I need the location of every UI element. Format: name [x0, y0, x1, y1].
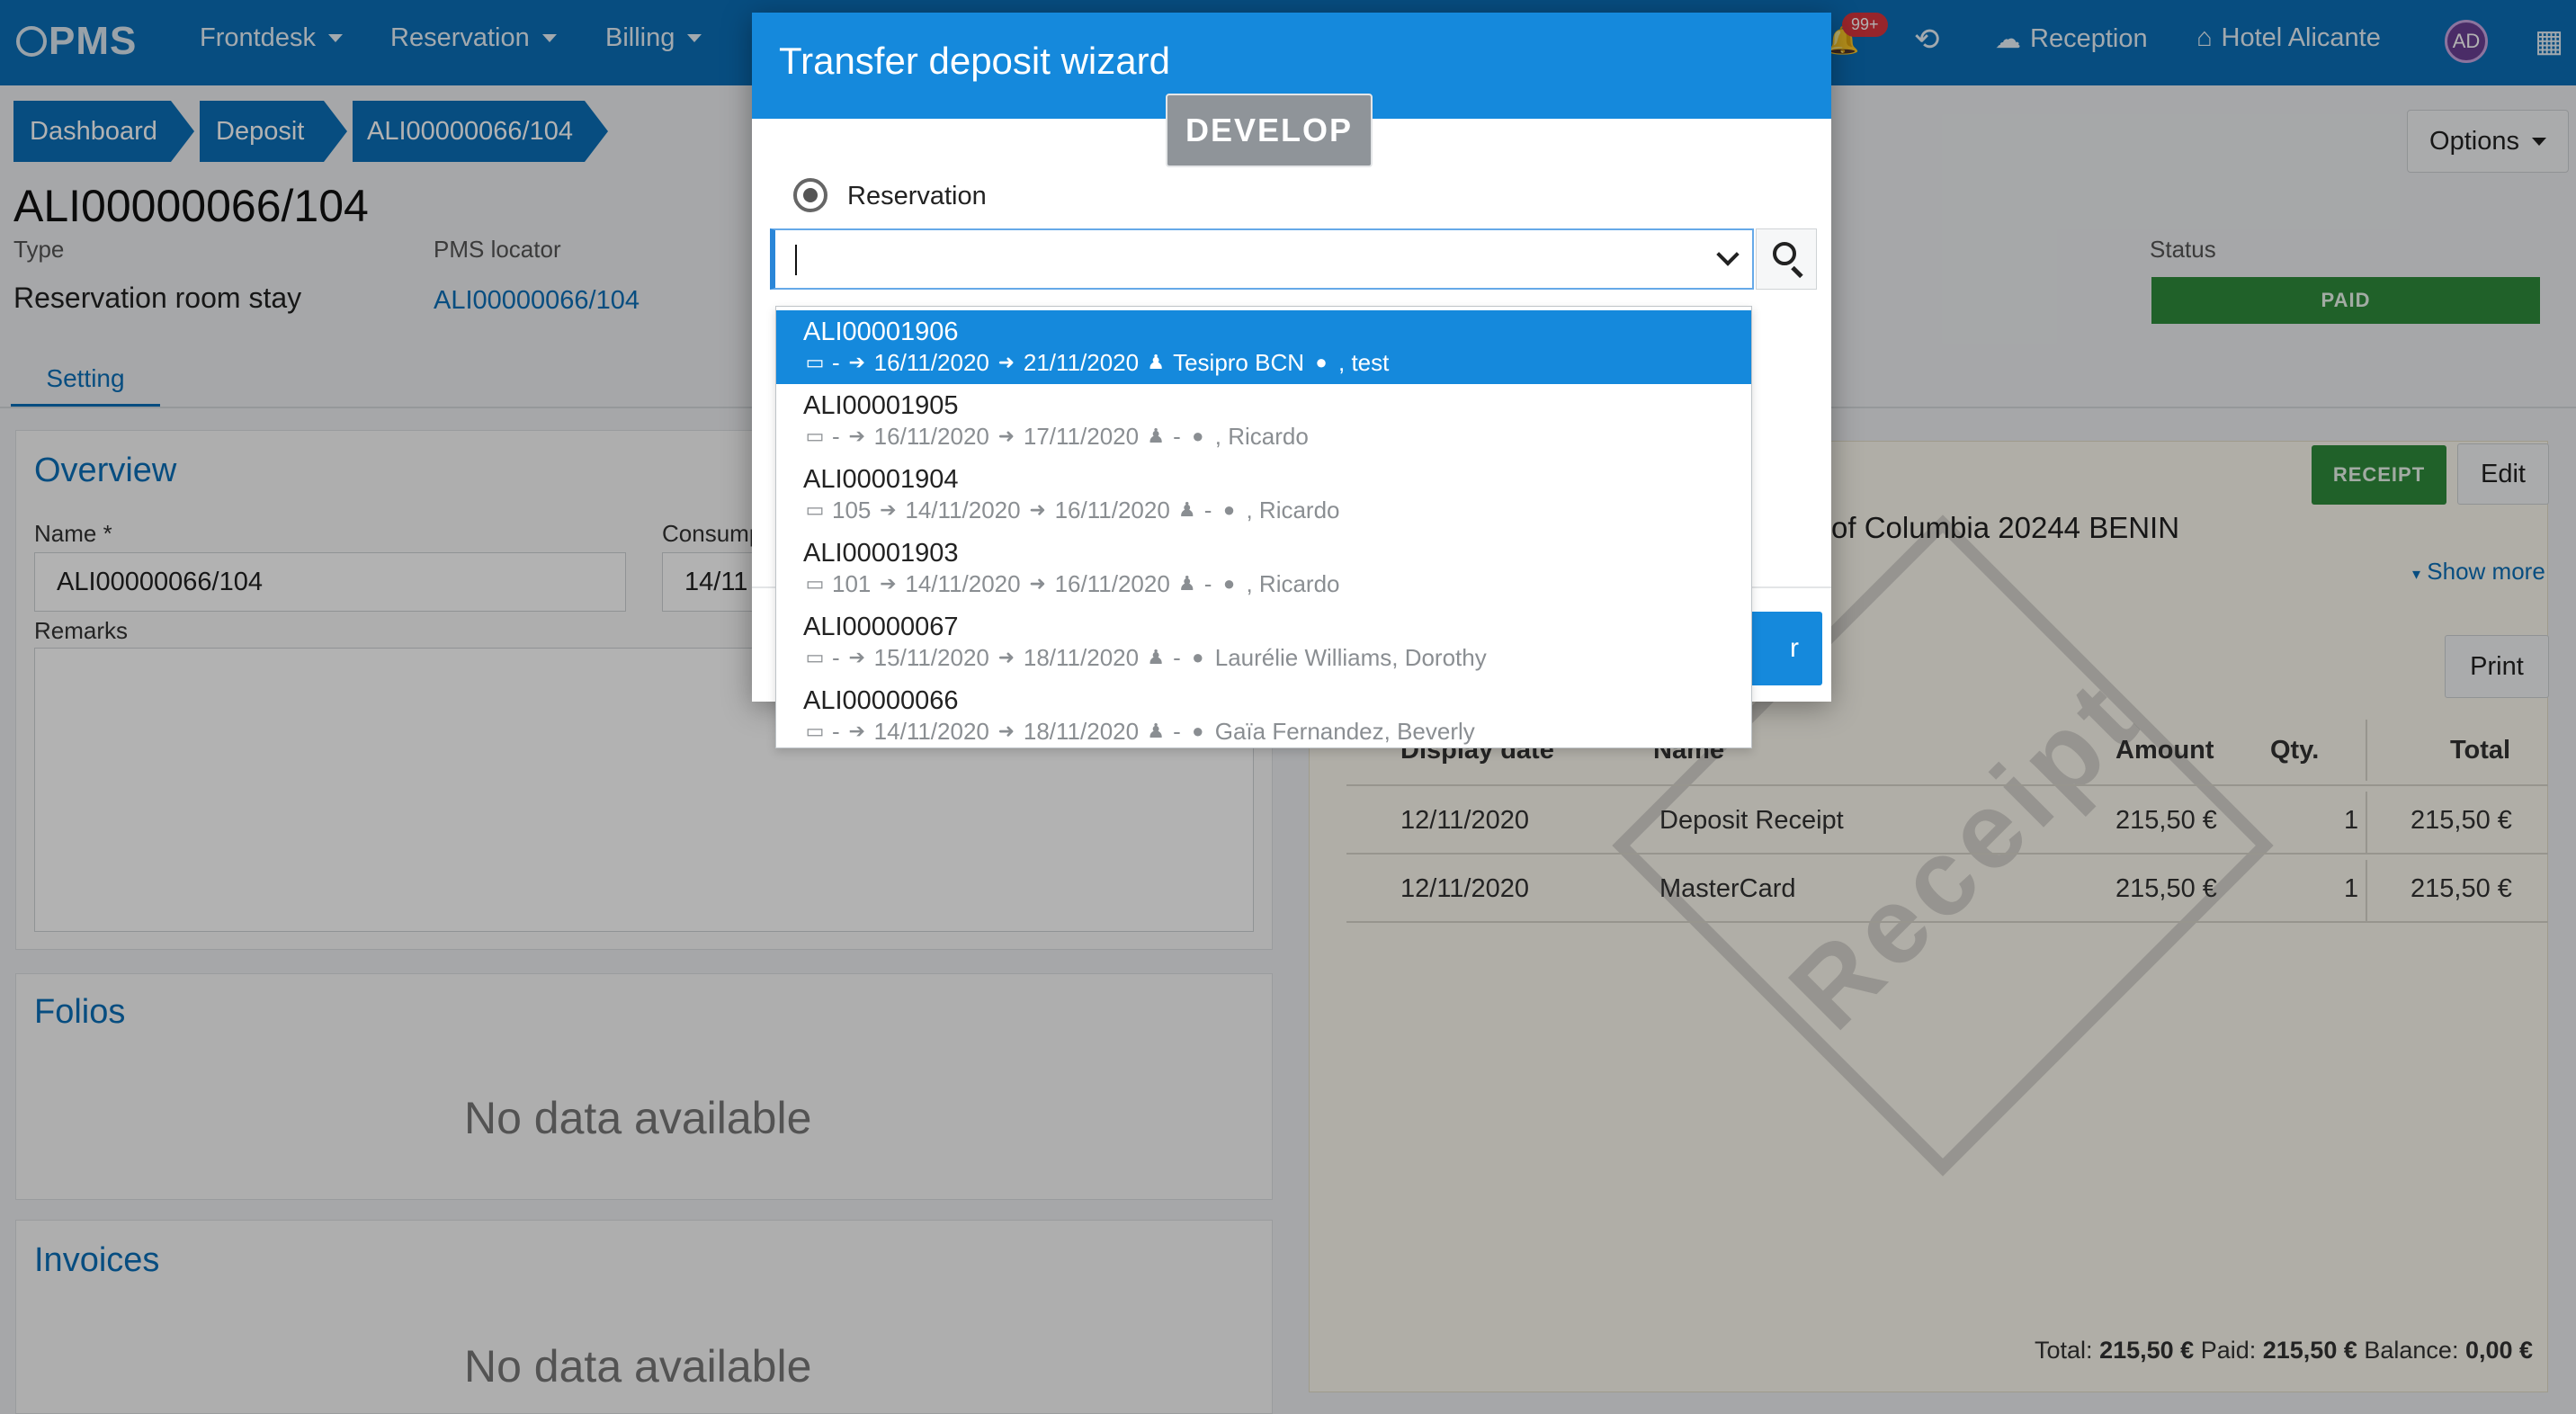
user-icon: ● — [1192, 646, 1204, 668]
company-icon: ♟ — [1147, 351, 1165, 373]
modal-title: Transfer deposit wizard — [779, 40, 1170, 82]
option-guest: Laurélie Williams, Dorothy — [1214, 644, 1487, 671]
user-icon: ● — [1192, 425, 1204, 447]
option-room: - — [832, 423, 840, 450]
company-icon: ♟ — [1177, 572, 1196, 595]
environment-badge: DEVELOP — [1166, 94, 1373, 167]
sign-out-icon: ➜ — [1029, 572, 1046, 595]
chevron-down-icon[interactable] — [1716, 243, 1740, 266]
company-icon: ♟ — [1147, 720, 1165, 742]
search-button[interactable] — [1756, 228, 1817, 290]
option-meta: ▭ - ➔ 15/11/2020 ➜ 18/11/2020 ♟ - ● Laurélie … — [803, 641, 1751, 674]
option-company: - — [1173, 718, 1181, 745]
text-cursor — [795, 245, 797, 275]
sign-in-icon: ➔ — [880, 572, 897, 595]
bed-icon: ▭ — [805, 498, 825, 521]
sign-out-icon: ➜ — [997, 646, 1015, 668]
option-checkin: 15/11/2020 — [873, 644, 989, 671]
option-checkout: 18/11/2020 — [1023, 718, 1140, 745]
company-icon: ♟ — [1147, 646, 1165, 668]
bed-icon: ▭ — [805, 425, 825, 447]
option-code: ALI00001904 — [803, 465, 959, 494]
company-icon: ♟ — [1177, 498, 1196, 521]
sign-out-icon: ➜ — [1029, 498, 1046, 521]
option-room: - — [832, 349, 840, 376]
option-checkin: 14/11/2020 — [873, 718, 989, 745]
dropdown-option[interactable]: ALI00001903 ▭ 101 ➔ 14/11/2020 ➜ 16/11/2020… — [776, 532, 1751, 605]
reservation-radio[interactable] — [793, 178, 827, 212]
option-code: ALI00000066 — [803, 686, 959, 715]
user-icon: ● — [1192, 720, 1204, 742]
dropdown-option[interactable]: ALI00000066 ▭ - ➔ 14/11/2020 ➜ 18/11/2020 ♟… — [776, 679, 1751, 747]
radio-dot — [803, 188, 818, 202]
option-company: - — [1203, 570, 1212, 597]
option-meta: ▭ - ➔ 14/11/2020 ➜ 18/11/2020 ♟ - ● Gaïa Fern… — [803, 715, 1751, 747]
sign-in-icon: ➔ — [880, 498, 897, 521]
option-checkout: 21/11/2020 — [1023, 349, 1140, 376]
option-guest: , Ricardo — [1214, 423, 1309, 450]
option-guest: , Ricardo — [1246, 570, 1340, 597]
reservation-radio-label[interactable]: Reservation — [847, 182, 987, 211]
sign-in-icon: ➔ — [848, 646, 865, 668]
option-guest: Gaïa Fernandez, Beverly — [1214, 718, 1475, 745]
option-checkout: 18/11/2020 — [1023, 644, 1140, 671]
dropdown-option[interactable]: ALI00001906 ▭ - ➔ 16/11/2020 ➜ 21/11/2020 ♟… — [776, 310, 1751, 384]
option-company: - — [1173, 423, 1181, 450]
option-meta: ▭ 101 ➔ 14/11/2020 ➜ 16/11/2020 ♟ - ● , Ricar… — [803, 568, 1751, 600]
sign-in-icon: ➔ — [848, 425, 865, 447]
option-code: ALI00001903 — [803, 539, 959, 568]
sign-out-icon: ➜ — [997, 351, 1015, 373]
company-icon: ♟ — [1147, 425, 1165, 447]
option-room: 101 — [832, 570, 872, 597]
option-checkout: 16/11/2020 — [1054, 497, 1170, 524]
reservation-dropdown: ALI00001906 ▭ - ➔ 16/11/2020 ➜ 21/11/2020 ♟… — [775, 306, 1752, 748]
option-checkout: 16/11/2020 — [1054, 570, 1170, 597]
option-guest: , Ricardo — [1246, 497, 1340, 524]
option-room: - — [832, 718, 840, 745]
option-code: ALI00000067 — [803, 613, 959, 641]
option-room: 105 — [832, 497, 872, 524]
sign-in-icon: ➔ — [848, 351, 865, 373]
user-icon: ● — [1315, 351, 1328, 373]
option-meta: ▭ - ➔ 16/11/2020 ➜ 21/11/2020 ♟ Tesipro BCN … — [803, 346, 1751, 379]
sign-in-icon: ➔ — [848, 720, 865, 742]
search-icon — [1773, 242, 1796, 265]
option-checkin: 14/11/2020 — [905, 497, 1021, 524]
option-guest: , test — [1338, 349, 1390, 376]
search-icon-handle — [1791, 265, 1803, 279]
option-checkin: 16/11/2020 — [873, 349, 989, 376]
option-code: ALI00001905 — [803, 391, 959, 420]
user-icon: ● — [1222, 572, 1236, 595]
option-checkin: 14/11/2020 — [905, 570, 1021, 597]
reservation-select[interactable] — [770, 228, 1754, 290]
dropdown-option[interactable]: ALI00001905 ▭ - ➔ 16/11/2020 ➜ 17/11/2020 ♟… — [776, 384, 1751, 458]
dropdown-option[interactable]: ALI00001904 ▭ 105 ➔ 14/11/2020 ➜ 16/11/2020… — [776, 458, 1751, 532]
option-room: - — [832, 644, 840, 671]
dropdown-option[interactable]: ALI00000067 ▭ - ➔ 15/11/2020 ➜ 18/11/2020 ♟… — [776, 605, 1751, 679]
bed-icon: ▭ — [805, 351, 825, 373]
option-company: - — [1173, 644, 1181, 671]
option-meta: ▭ 105 ➔ 14/11/2020 ➜ 16/11/2020 ♟ - ● , Ricar… — [803, 494, 1751, 526]
bed-icon: ▭ — [805, 720, 825, 742]
option-code: ALI00001906 — [803, 318, 959, 346]
user-icon: ● — [1222, 498, 1236, 521]
bed-icon: ▭ — [805, 572, 825, 595]
sign-out-icon: ➜ — [997, 720, 1015, 742]
option-company: Tesipro BCN — [1173, 349, 1305, 376]
option-checkout: 17/11/2020 — [1023, 423, 1140, 450]
option-meta: ▭ - ➔ 16/11/2020 ➜ 17/11/2020 ♟ - ●, Ricardo — [803, 420, 1751, 452]
sign-out-icon: ➜ — [997, 425, 1015, 447]
option-checkin: 16/11/2020 — [873, 423, 989, 450]
bed-icon: ▭ — [805, 646, 825, 668]
option-company: - — [1203, 497, 1212, 524]
